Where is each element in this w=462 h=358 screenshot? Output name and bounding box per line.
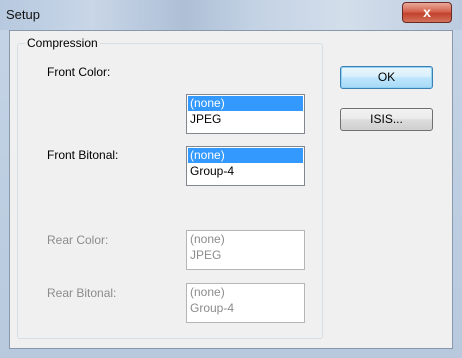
ok-button[interactable]: OK [340, 66, 433, 89]
compression-group-label: Compression [25, 36, 100, 50]
front-color-label: Front Color: [47, 65, 111, 79]
rear-bitonal-listbox: (none) Group-4 [186, 283, 305, 323]
list-item: Group-4 [190, 301, 235, 315]
front-bitonal-listbox[interactable]: (none) Group-4 [186, 146, 305, 186]
rear-color-label: Rear Color: [47, 233, 109, 247]
window-title: Setup [6, 7, 40, 22]
front-color-listbox[interactable]: (none) JPEG [186, 94, 305, 134]
title-bar[interactable]: Setup x [0, 0, 462, 30]
isis-button[interactable]: ISIS... [340, 108, 433, 131]
list-item[interactable]: Group-4 [188, 164, 303, 179]
list-item: (none) [190, 232, 225, 246]
rear-color-listbox: (none) JPEG [186, 230, 305, 270]
list-item: (none) [190, 285, 225, 299]
list-item[interactable]: (none) [188, 148, 303, 163]
close-button[interactable]: x [402, 2, 452, 23]
close-icon: x [423, 4, 431, 20]
list-item[interactable]: JPEG [188, 112, 303, 127]
rear-bitonal-label: Rear Bitonal: [47, 286, 117, 300]
setup-window: Setup x Compression Front Color: (none) … [0, 0, 462, 358]
list-item[interactable]: (none) [188, 96, 303, 111]
list-item: JPEG [190, 248, 222, 262]
front-bitonal-label: Front Bitonal: [47, 148, 119, 162]
